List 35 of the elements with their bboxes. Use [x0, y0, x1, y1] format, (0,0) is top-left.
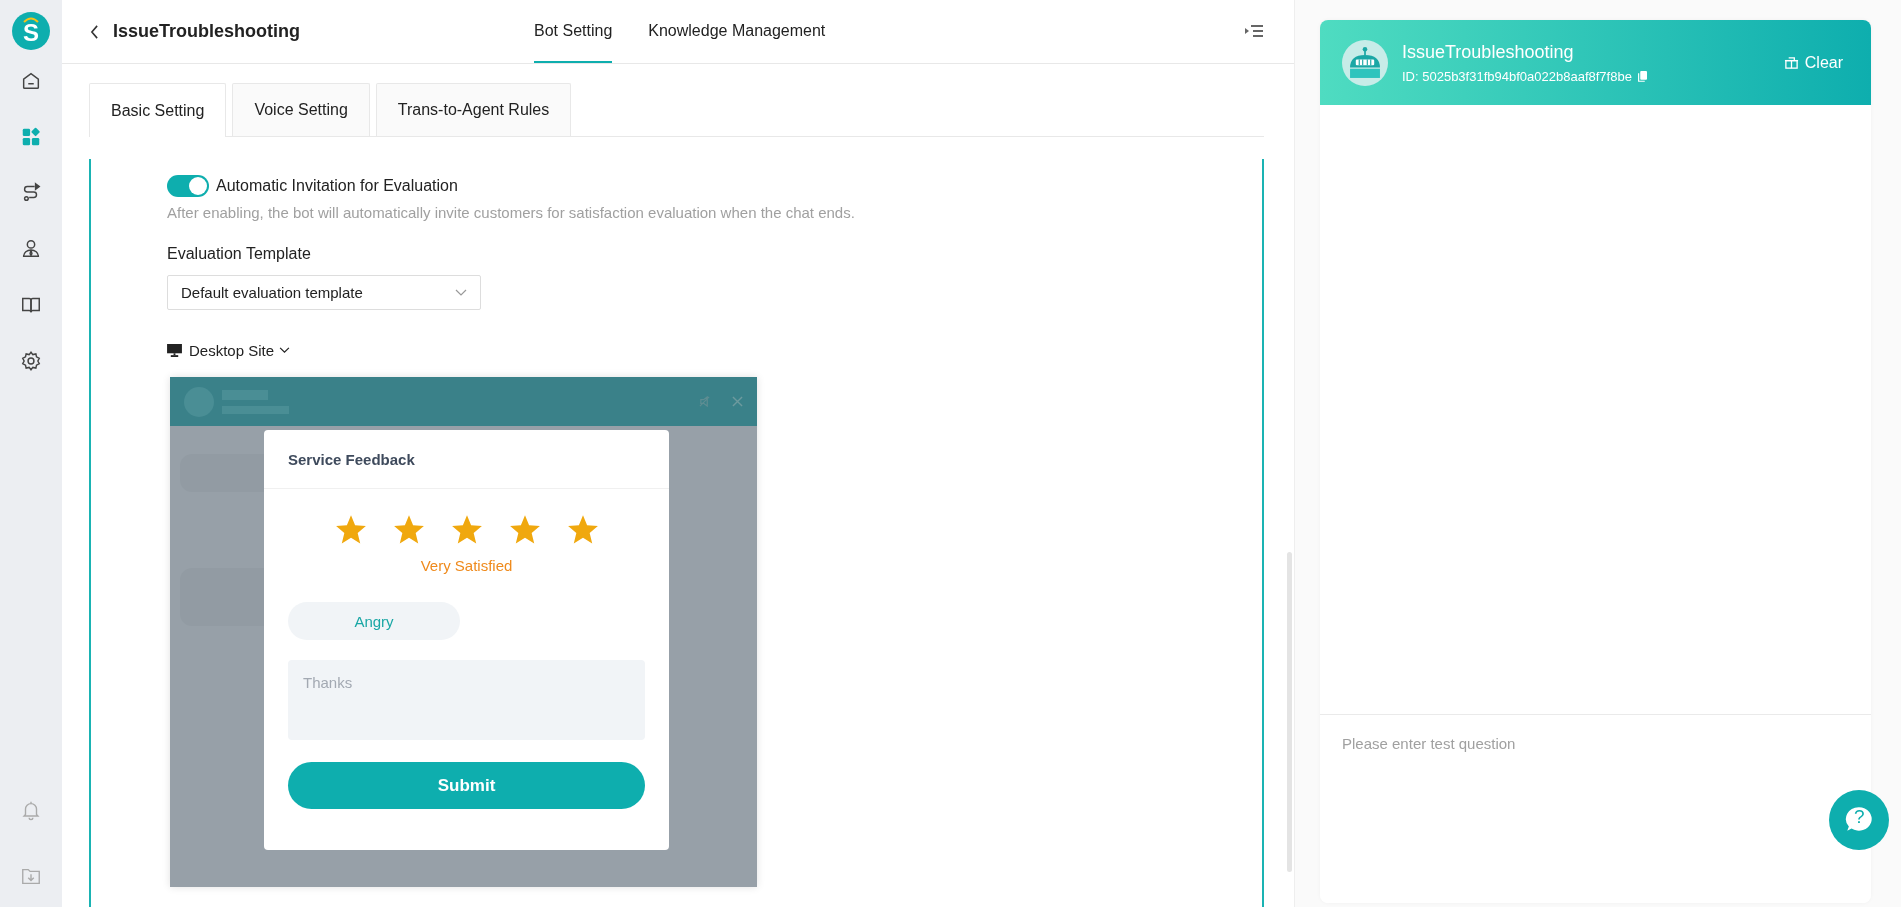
close-icon [732, 396, 743, 407]
field-label: Evaluation Template [167, 245, 312, 263]
rating-text: Very Satisfied [419, 557, 514, 574]
toggle-switch[interactable] [167, 175, 209, 197]
site-dropdown[interactable]: Desktop Site [189, 342, 291, 359]
mute-icon [699, 396, 710, 407]
dialog-title: Service Feedback [264, 430, 669, 489]
bot-id: ID: 5025b3f31fb94bf0a022b8aaf8f7f8be [1402, 68, 1632, 84]
settings-tab[interactable]: Trans-to-Agent Rules [375, 83, 572, 136]
settings-tab[interactable]: Voice Setting [232, 83, 370, 136]
copy-icon[interactable] [1637, 70, 1647, 82]
hint-text: After enabling, the bot will automatically invite customers for satisfaction evaluation when the chat ends. [167, 204, 856, 221]
back-icon[interactable] [90, 24, 99, 39]
toggle-label: Automatic Invitation for Evaluation [216, 177, 458, 195]
settings-tab[interactable]: Basic Setting [89, 83, 227, 137]
home-icon [20, 70, 42, 92]
person-icon [20, 238, 42, 260]
arc-icon [21, 15, 41, 23]
apps-icon [20, 126, 42, 148]
robot-avatar-icon [1342, 39, 1388, 86]
gift-icon [1783, 55, 1799, 70]
template-dropdown[interactable]: Default evaluation template [167, 275, 481, 310]
scrollbar-thumb[interactable] [1287, 552, 1292, 872]
logo-letter: S [23, 21, 39, 45]
page-title: IssueTroubleshooting [113, 21, 300, 42]
chevron-down-icon [279, 347, 291, 354]
settings-icon [20, 350, 42, 372]
monitor-icon [167, 344, 182, 357]
bot-name: IssueTroubleshooting [1402, 41, 1575, 63]
question-mark: ? [1854, 807, 1865, 826]
top-tab[interactable]: Bot Setting [534, 0, 613, 63]
comment-field[interactable]: Thanks [288, 660, 645, 740]
top-tab[interactable]: Knowledge Management [648, 0, 826, 63]
chevron-down-icon [455, 288, 467, 297]
collapse-menu-icon[interactable] [1244, 23, 1264, 40]
